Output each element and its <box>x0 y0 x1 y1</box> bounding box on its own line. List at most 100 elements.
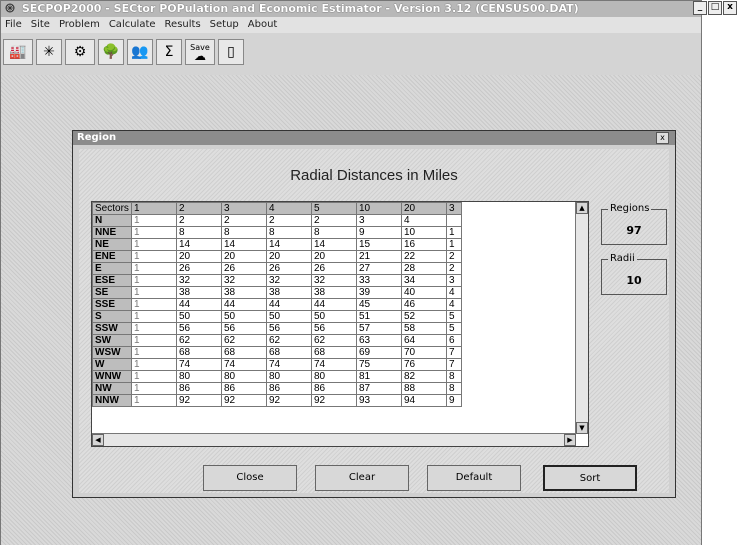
close-button[interactable]: Close <box>203 465 297 491</box>
distance-cell[interactable]: 68 <box>266 346 312 359</box>
distance-cell[interactable]: 63 <box>356 334 402 347</box>
distance-cell[interactable]: 7 <box>446 358 462 371</box>
distance-grid[interactable]: Sectors 1 2 3 4 5 10 20 3 N 1 2 2 2 2 3 4 NNE 1 8 8 8 8 9 10 1 NE… <box>91 201 589 447</box>
distance-cell[interactable]: 10 <box>401 226 447 239</box>
distance-cell[interactable]: 27 <box>356 262 402 275</box>
distance-cell[interactable]: 51 <box>356 310 402 323</box>
distance-cell[interactable]: 2 <box>311 214 357 227</box>
distance-cell[interactable]: 88 <box>401 382 447 395</box>
distance-cell[interactable]: 14 <box>311 238 357 251</box>
distance-cell[interactable]: 2 <box>446 262 462 275</box>
distance-cell[interactable]: 44 <box>221 298 267 311</box>
distance-cell[interactable]: 1 <box>131 286 177 299</box>
distance-cell[interactable]: 9 <box>356 226 402 239</box>
distance-cell[interactable]: 1 <box>131 334 177 347</box>
maximize-button[interactable]: □ <box>708 1 722 15</box>
distance-cell[interactable]: 92 <box>221 394 267 407</box>
distance-cell[interactable]: 52 <box>401 310 447 323</box>
distance-cell[interactable]: 5 <box>446 310 462 323</box>
distance-cell[interactable]: 3 <box>356 214 402 227</box>
distance-cell[interactable]: 68 <box>221 346 267 359</box>
distance-cell[interactable]: 4 <box>446 298 462 311</box>
distance-cell[interactable]: 1 <box>131 310 177 323</box>
distance-cell[interactable]: 93 <box>356 394 402 407</box>
distance-cell[interactable]: 92 <box>176 394 222 407</box>
distance-cell[interactable]: 82 <box>401 370 447 383</box>
distance-cell[interactable]: 68 <box>311 346 357 359</box>
distance-cell[interactable]: 9 <box>446 394 462 407</box>
default-button[interactable]: Default <box>427 465 521 491</box>
distance-cell[interactable]: 58 <box>401 322 447 335</box>
distance-cell[interactable]: 39 <box>356 286 402 299</box>
factory-icon[interactable]: 🏭 <box>3 39 33 65</box>
distance-cell[interactable]: 8 <box>221 226 267 239</box>
distance-cell[interactable]: 4 <box>401 214 447 227</box>
distance-cell[interactable]: 6 <box>446 334 462 347</box>
distance-cell[interactable]: 69 <box>356 346 402 359</box>
distance-cell[interactable]: 26 <box>221 262 267 275</box>
distance-cell[interactable]: 74 <box>311 358 357 371</box>
distance-cell[interactable]: 40 <box>401 286 447 299</box>
sort-button[interactable]: Sort <box>543 465 637 491</box>
distance-cell[interactable]: 56 <box>221 322 267 335</box>
distance-cell[interactable]: 57 <box>356 322 402 335</box>
distance-cell[interactable]: 62 <box>311 334 357 347</box>
distance-cell[interactable]: 14 <box>221 238 267 251</box>
horizontal-scrollbar[interactable]: ◀ ▶ <box>92 433 576 446</box>
distance-cell[interactable]: 2 <box>176 214 222 227</box>
distance-cell[interactable]: 8 <box>176 226 222 239</box>
distance-cell[interactable]: 2 <box>221 214 267 227</box>
compass-rose-icon[interactable]: ✳ <box>36 39 62 65</box>
distance-cell[interactable]: 3 <box>446 274 462 287</box>
save-cloud-icon[interactable]: Save ☁ <box>185 39 215 65</box>
distance-cell[interactable]: 87 <box>356 382 402 395</box>
sum-people-icon[interactable]: Σ <box>156 39 182 65</box>
distance-cell[interactable]: 86 <box>176 382 222 395</box>
people-icon[interactable]: 👥 <box>127 39 153 65</box>
distance-cell[interactable]: 38 <box>266 286 312 299</box>
exit-door-icon[interactable]: ▯ <box>218 39 244 65</box>
distance-cell[interactable]: 8 <box>446 370 462 383</box>
distance-cell[interactable]: 75 <box>356 358 402 371</box>
scroll-right-arrow-icon[interactable]: ▶ <box>564 434 576 446</box>
scroll-left-arrow-icon[interactable]: ◀ <box>92 434 104 446</box>
distance-cell[interactable]: 62 <box>221 334 267 347</box>
distance-cell[interactable]: 62 <box>266 334 312 347</box>
distance-cell[interactable]: 1 <box>131 214 177 227</box>
distance-cell[interactable]: 45 <box>356 298 402 311</box>
distance-cell[interactable]: 28 <box>401 262 447 275</box>
distance-cell[interactable]: 44 <box>311 298 357 311</box>
distance-cell[interactable]: 20 <box>221 250 267 263</box>
distance-cell[interactable]: 1 <box>131 274 177 287</box>
distance-cell[interactable]: 14 <box>266 238 312 251</box>
distance-cell[interactable]: 8 <box>446 382 462 395</box>
distance-cell[interactable]: 32 <box>176 274 222 287</box>
scroll-up-arrow-icon[interactable]: ▲ <box>576 202 588 214</box>
distance-cell[interactable]: 74 <box>176 358 222 371</box>
distance-cell[interactable]: 50 <box>311 310 357 323</box>
distance-cell[interactable]: 46 <box>401 298 447 311</box>
distance-cell[interactable]: 20 <box>266 250 312 263</box>
distance-cell[interactable]: 21 <box>356 250 402 263</box>
distance-cell[interactable]: 26 <box>311 262 357 275</box>
distance-cell[interactable]: 50 <box>221 310 267 323</box>
dialog-close-button[interactable]: x <box>656 132 669 144</box>
distance-cell[interactable]: 20 <box>311 250 357 263</box>
distance-cell[interactable]: 92 <box>266 394 312 407</box>
distance-cell[interactable]: 1 <box>446 226 462 239</box>
distance-cell[interactable]: 8 <box>266 226 312 239</box>
distance-cell[interactable]: 1 <box>131 298 177 311</box>
distance-cell[interactable]: 1 <box>131 394 177 407</box>
menu-about[interactable]: About <box>248 17 278 33</box>
distance-cell[interactable]: 32 <box>311 274 357 287</box>
close-window-button[interactable]: x <box>723 1 737 15</box>
vertical-scrollbar[interactable]: ▲ ▼ <box>575 202 588 434</box>
distance-cell[interactable]: 22 <box>401 250 447 263</box>
gears-icon[interactable]: ⚙ <box>65 39 95 65</box>
distance-cell[interactable]: 86 <box>311 382 357 395</box>
distance-cell[interactable]: 33 <box>356 274 402 287</box>
distance-cell[interactable]: 44 <box>176 298 222 311</box>
distance-cell[interactable]: 56 <box>266 322 312 335</box>
distance-cell[interactable]: 80 <box>176 370 222 383</box>
distance-cell[interactable]: 64 <box>401 334 447 347</box>
